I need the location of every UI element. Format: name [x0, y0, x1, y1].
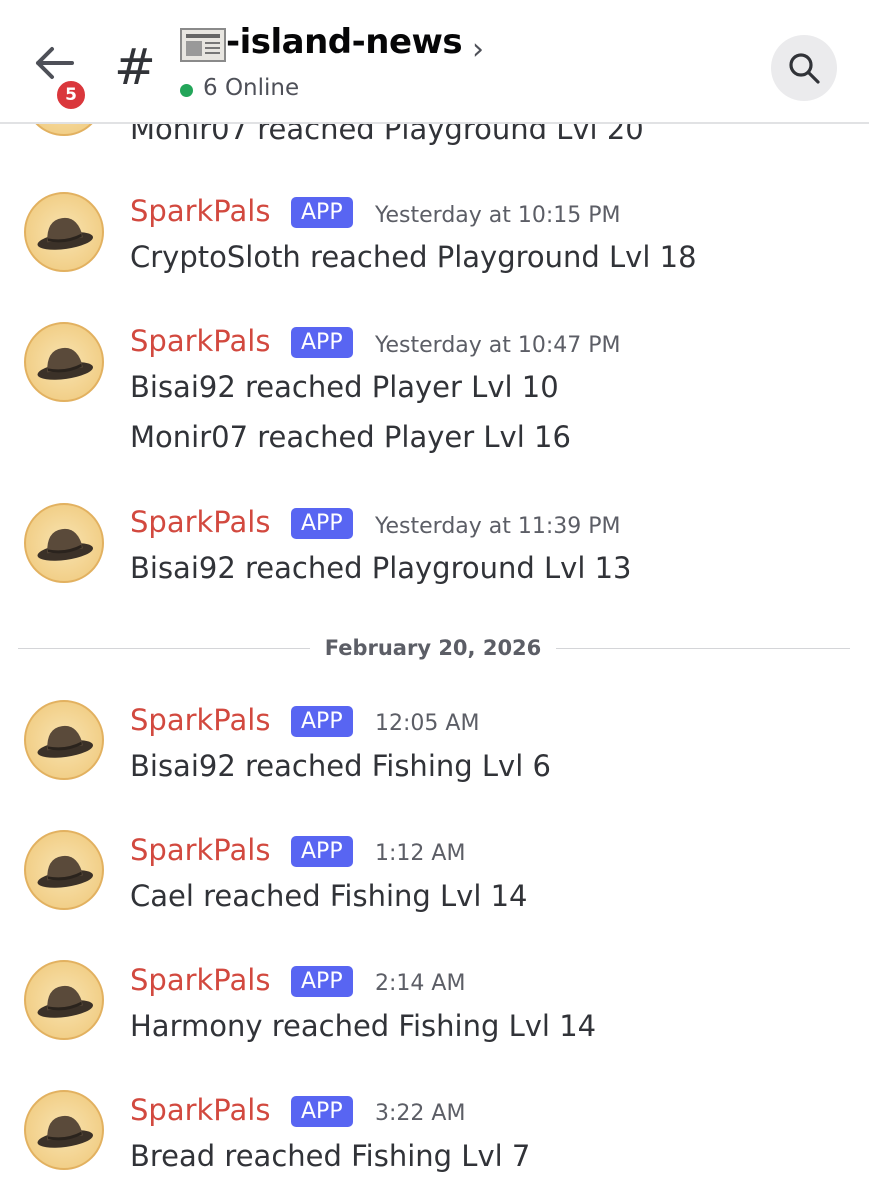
channel-name[interactable]: -island-news: [226, 22, 463, 62]
hat-icon: [37, 855, 94, 888]
timestamp: Yesterday at 11:39 PM: [375, 514, 621, 539]
timestamp: 3:22 AM: [375, 1101, 466, 1126]
message-text: Monir07 reached Player Lvl 16: [130, 420, 571, 454]
message-text: Bisai92 reached Player Lvl 10: [130, 370, 559, 404]
avatar[interactable]: [24, 322, 104, 402]
app-tag: APP: [291, 1096, 353, 1127]
timestamp: 12:05 AM: [375, 711, 480, 736]
message-text: CryptoSloth reached Playground Lvl 18: [130, 240, 697, 274]
avatar[interactable]: [24, 1090, 104, 1170]
author-name[interactable]: SparkPals: [130, 324, 270, 358]
search-icon: [789, 53, 820, 84]
message-text: Harmony reached Fishing Lvl 14: [130, 1009, 597, 1043]
author-name[interactable]: SparkPals: [130, 833, 270, 867]
timestamp: 1:12 AM: [375, 841, 466, 866]
channel-header: 5 # -island-news › 6 Online: [0, 0, 869, 124]
timestamp: Yesterday at 10:15 PM: [375, 203, 621, 228]
hat-icon: [37, 1115, 94, 1148]
divider-line: [18, 648, 310, 649]
avatar[interactable]: [24, 503, 104, 583]
author-name[interactable]: SparkPals: [130, 703, 270, 737]
app-tag: APP: [291, 706, 353, 737]
avatar[interactable]: [24, 960, 104, 1040]
divider-line: [556, 648, 850, 649]
hat-icon: [37, 217, 94, 250]
hat-icon: [37, 725, 94, 758]
unread-badge: 5: [54, 78, 88, 112]
author-name[interactable]: SparkPals: [130, 963, 270, 997]
search-button[interactable]: [771, 35, 837, 101]
app-tag: APP: [291, 836, 353, 867]
channel-hash-icon: #: [114, 38, 156, 96]
chevron-right-icon[interactable]: ›: [472, 32, 484, 67]
app-tag: APP: [291, 197, 353, 228]
timestamp: 2:14 AM: [375, 971, 466, 996]
message-text: Bisai92 reached Playground Lvl 13: [130, 551, 632, 585]
message-text: Cael reached Fishing Lvl 14: [130, 879, 528, 913]
online-status-dot: [180, 84, 193, 97]
app-tag: APP: [291, 966, 353, 997]
avatar[interactable]: [24, 830, 104, 910]
online-count: 6 Online: [203, 75, 300, 101]
timestamp: Yesterday at 10:47 PM: [375, 333, 621, 358]
avatar[interactable]: [24, 192, 104, 272]
back-button[interactable]: 5: [34, 46, 88, 112]
newspaper-emoji-icon: [180, 28, 226, 62]
author-name[interactable]: SparkPals: [130, 505, 270, 539]
message-text: Bisai92 reached Fishing Lvl 6: [130, 749, 551, 783]
author-name[interactable]: SparkPals: [130, 194, 270, 228]
app-tag: APP: [291, 327, 353, 358]
message-text: Bread reached Fishing Lvl 7: [130, 1139, 531, 1173]
author-name[interactable]: SparkPals: [130, 1093, 270, 1127]
app-tag: APP: [291, 508, 353, 539]
date-divider: February 20, 2026: [324, 636, 542, 660]
hat-icon: [37, 985, 94, 1018]
avatar[interactable]: [24, 700, 104, 780]
hat-icon: [37, 347, 94, 380]
arrow-left-icon: [36, 47, 74, 79]
hat-icon: [37, 528, 94, 561]
